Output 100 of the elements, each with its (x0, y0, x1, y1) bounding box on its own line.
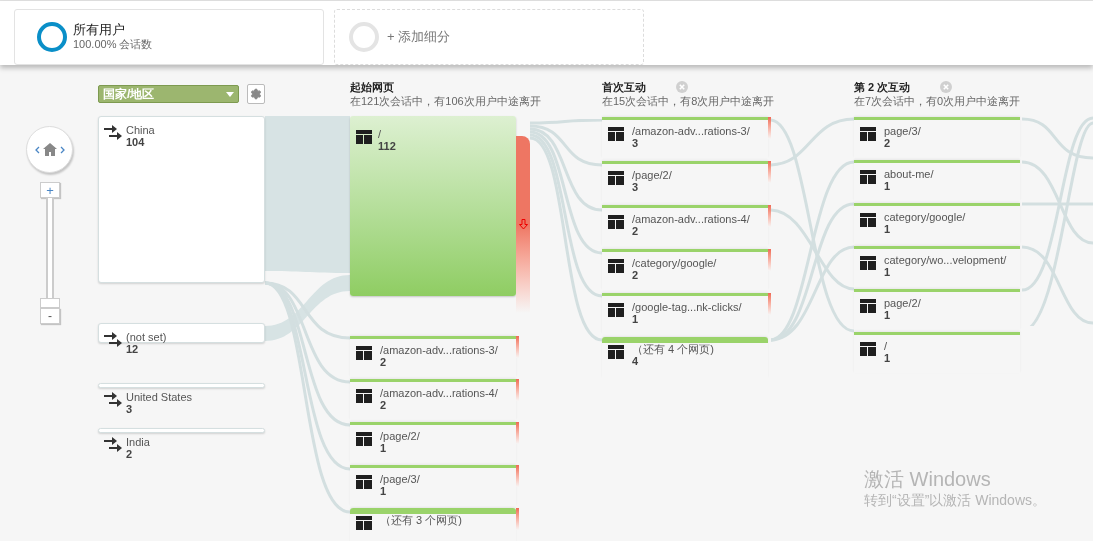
node-count: 1 (884, 309, 892, 321)
node-label: /amazon-adv...rations-4/ (380, 387, 498, 399)
page-node[interactable]: （还有 3 个网页) (350, 508, 516, 541)
node-count: 1 (884, 223, 892, 235)
node-count: 12 (126, 343, 140, 355)
page-icon (860, 299, 876, 313)
country-node[interactable] (98, 428, 265, 433)
page-node[interactable]: page/3/ 2 (854, 117, 1020, 158)
page-node[interactable]: /page/2/ 3 (602, 161, 768, 202)
page-icon (356, 130, 372, 144)
node-count: 2 (632, 225, 640, 237)
node-count: 2 (126, 448, 134, 460)
node-count: 104 (126, 136, 146, 148)
node-count: 3 (632, 137, 640, 149)
step-subtitle: 在15次会话中，有8次用户中途离开 (602, 94, 776, 108)
node-label: /google-tag...nk-clicks/ (632, 301, 742, 313)
page-icon (608, 171, 624, 185)
add-segment-card[interactable]: + 添加细分 (334, 9, 644, 65)
arrows-icon (104, 392, 122, 408)
node-label: about-me/ (884, 168, 934, 180)
node-label: / (378, 128, 383, 140)
page-icon (860, 342, 876, 356)
arrows-icon (104, 332, 122, 348)
dropoff-bar[interactable] (768, 293, 771, 315)
zoom-out-button[interactable]: - (40, 308, 60, 324)
activation-title: 激活 Windows (864, 467, 992, 492)
node-count: 112 (378, 140, 396, 152)
add-segment-label: + 添加细分 (387, 28, 451, 47)
dropoff-bar[interactable] (516, 136, 530, 313)
page-node[interactable]: about-me/ 1 (854, 160, 1020, 201)
node-label: /amazon-adv...rations-4/ (632, 213, 750, 225)
page-node[interactable]: （还有 4 个网页) 4 (602, 337, 768, 378)
node-label: /page/3/ (380, 473, 420, 485)
dropoff-bar[interactable] (768, 161, 771, 183)
page-node[interactable]: /page/2/ 1 (350, 422, 516, 463)
dropoff-bar[interactable] (768, 205, 771, 227)
node-label: China (126, 124, 155, 136)
dropoff-bar[interactable] (516, 465, 519, 487)
home-icon[interactable] (42, 143, 57, 156)
step-title: 首次互动 (602, 80, 646, 94)
node-count: 2 (380, 356, 388, 368)
dropoff-bar[interactable] (768, 117, 771, 139)
zoom-in-button[interactable]: + (40, 182, 60, 198)
node-count: 2 (380, 399, 388, 411)
pan-control[interactable] (26, 126, 73, 173)
node-count: 1 (884, 266, 892, 278)
page-node[interactable]: / 1 (854, 332, 1020, 373)
step-subtitle: 在7次会话中，有0次用户中途离开 (854, 94, 1022, 108)
node-label: /amazon-adv...rations-3/ (380, 344, 498, 356)
country-node[interactable] (98, 383, 265, 388)
settings-icon (250, 88, 263, 100)
close-icon[interactable] (676, 81, 688, 93)
page-icon (860, 213, 876, 227)
arrows-icon (104, 437, 122, 453)
node-count: 1 (380, 442, 388, 454)
chevron-right-icon[interactable] (59, 145, 65, 154)
node-count: 1 (884, 352, 891, 364)
zoom-slider[interactable] (40, 198, 60, 308)
page-node[interactable]: /amazon-adv...rations-4/ 2 (602, 205, 768, 246)
step-title: 第 2 次互动 (854, 80, 911, 94)
page-icon (608, 345, 624, 359)
chevron-left-icon[interactable] (34, 145, 40, 154)
activation-subtitle: 转到“设置”以激活 Windows。 (864, 492, 1046, 510)
page-icon (356, 432, 372, 446)
page-node[interactable]: /category/google/ 2 (602, 249, 768, 290)
page-node[interactable]: /amazon-adv...rations-3/ 2 (350, 336, 516, 377)
segment-card[interactable]: 所有用户 100.00% 会话数 (14, 9, 324, 65)
dropoff-bar[interactable] (516, 336, 519, 358)
node-count: 4 (632, 355, 640, 367)
dropoff-bar[interactable] (516, 422, 519, 444)
zoom-handle[interactable] (40, 298, 60, 308)
page-node[interactable]: category/google/ 1 (854, 203, 1020, 244)
page-node[interactable]: category/wo...velopment/ 1 (854, 246, 1020, 287)
country-node[interactable] (98, 116, 265, 283)
page-node[interactable]: /amazon-adv...rations-4/ 2 (350, 379, 516, 420)
page-icon (860, 170, 876, 184)
node-label: /page/2/ (632, 169, 672, 181)
node-label: /category/google/ (632, 257, 717, 269)
page-icon (860, 127, 876, 141)
page-node[interactable]: /amazon-adv...rations-3/ 3 (602, 117, 768, 158)
dropoff-bar[interactable] (516, 379, 519, 401)
step-title: 起始网页 (350, 80, 394, 94)
settings-button[interactable] (247, 84, 265, 104)
page-icon (608, 215, 624, 229)
node-count: 2 (632, 269, 640, 281)
caret-icon (226, 91, 235, 97)
node-label: India (126, 436, 150, 448)
page-node[interactable]: page/2/ 1 (854, 289, 1020, 330)
arrows-icon (104, 125, 122, 141)
page-icon (608, 303, 624, 317)
country-node[interactable] (98, 323, 265, 343)
dropoff-bar[interactable] (516, 508, 519, 530)
page-node[interactable]: /google-tag...nk-clicks/ 1 (602, 293, 768, 334)
page-node[interactable]: / 112 (350, 116, 516, 296)
step-subtitle: 在121次会话中，有106次用户中途离开 (350, 94, 542, 108)
page-node[interactable]: /page/3/ 1 (350, 465, 516, 506)
dropoff-bar[interactable] (768, 249, 771, 271)
node-count: 1 (884, 180, 892, 192)
close-icon[interactable] (940, 81, 953, 93)
page-icon (356, 516, 372, 530)
